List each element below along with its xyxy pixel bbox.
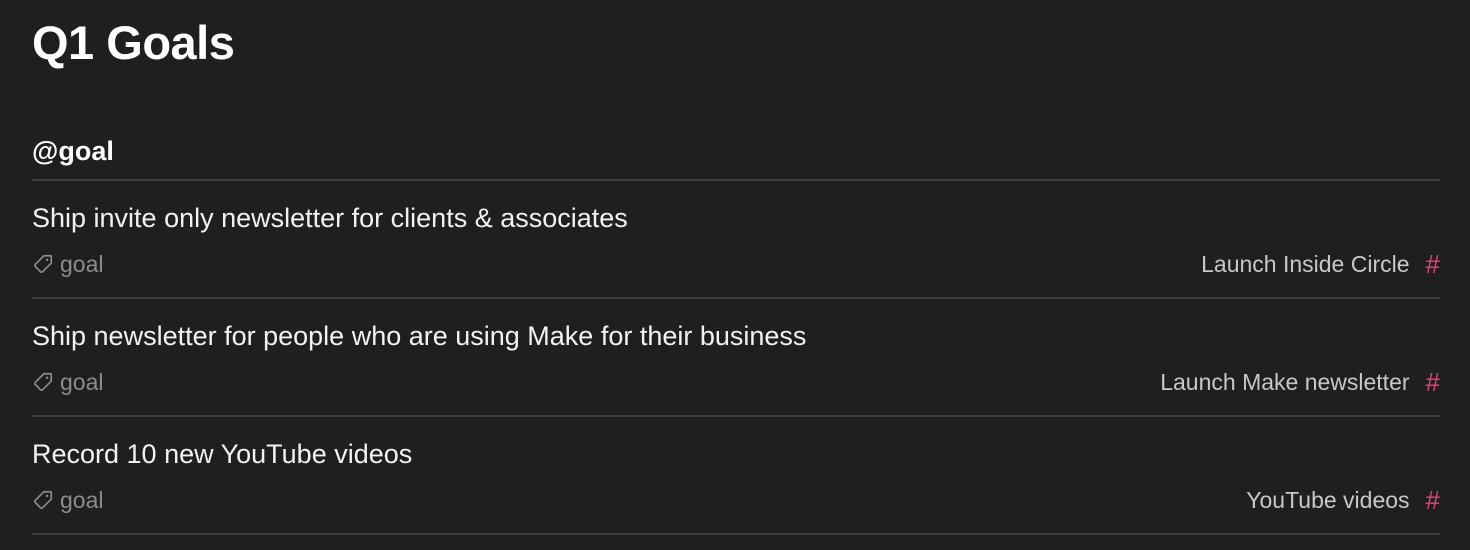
item-title[interactable]: Ship newsletter for people who are using… <box>32 319 806 353</box>
page-title: Q1 Goals <box>32 16 235 69</box>
tag-label[interactable]: goal <box>32 485 103 515</box>
hash-icon: # <box>1425 366 1440 397</box>
item-title[interactable]: Ship invite only newsletter for clients … <box>32 201 628 235</box>
linked-note-label: YouTube videos <box>1246 486 1410 513</box>
linked-note[interactable]: YouTube videos # <box>1246 485 1440 515</box>
tag-label[interactable]: goal <box>32 249 103 279</box>
group-header[interactable]: @goal <box>32 134 114 168</box>
list-item[interactable]: Ship invite only newsletter for clients … <box>32 181 1440 297</box>
linked-note-label: Launch Inside Circle <box>1201 250 1410 277</box>
linked-note[interactable]: Launch Make newsletter # <box>1160 367 1440 397</box>
tag-text: goal <box>60 368 104 395</box>
tag-icon <box>34 372 53 391</box>
list-item[interactable]: Record 10 new YouTube videos goal YouTub… <box>32 417 1440 533</box>
linked-note-label: Launch Make newsletter <box>1160 368 1410 395</box>
tag-icon <box>34 254 53 273</box>
tag-text: goal <box>60 250 104 277</box>
tag-icon <box>34 490 53 509</box>
item-title[interactable]: Record 10 new YouTube videos <box>32 437 412 471</box>
list-item[interactable]: Ship newsletter for people who are using… <box>32 299 1440 415</box>
linked-note[interactable]: Launch Inside Circle # <box>1201 249 1440 279</box>
divider <box>32 533 1440 535</box>
tag-label[interactable]: goal <box>32 367 103 397</box>
hash-icon: # <box>1425 248 1440 279</box>
tag-text: goal <box>60 486 104 513</box>
page: Q1 Goals @goal Ship invite only newslett… <box>0 0 1470 550</box>
hash-icon: # <box>1425 484 1440 515</box>
